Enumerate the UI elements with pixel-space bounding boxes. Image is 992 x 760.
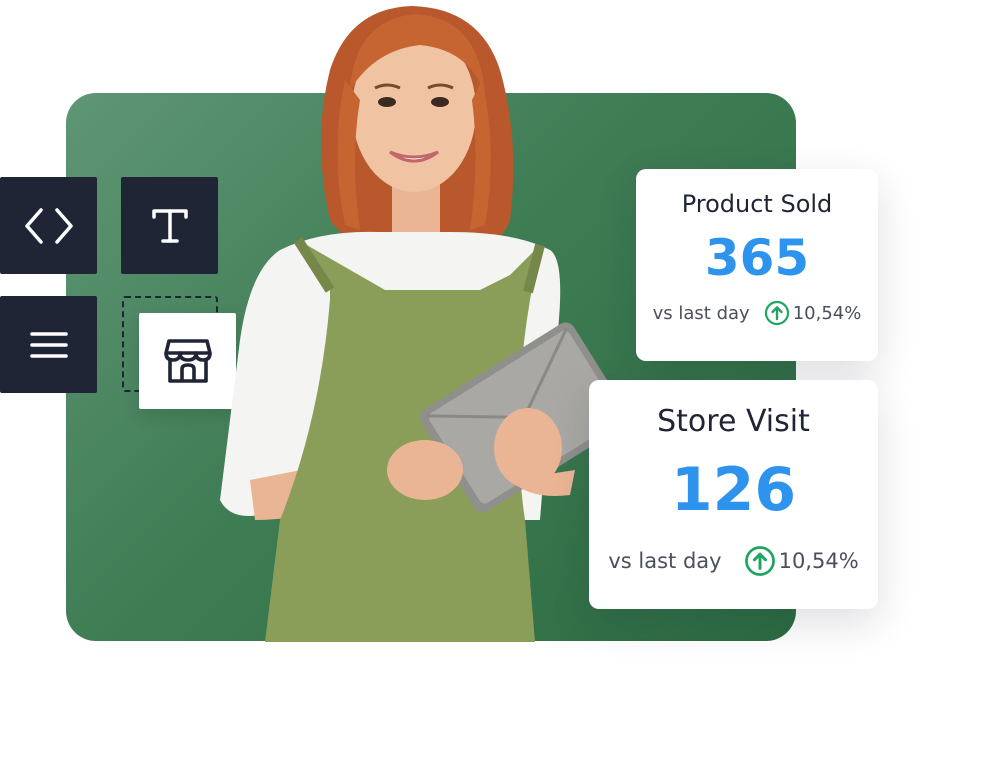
store-visit-title: Store Visit (657, 404, 810, 439)
product-sold-compare-label: vs last day (652, 302, 750, 324)
code-tool-tile[interactable] (0, 177, 97, 274)
arrow-up-circle-icon (764, 300, 789, 326)
product-sold-value: 365 (704, 229, 810, 287)
product-sold-delta-value: 10,54% (792, 302, 862, 324)
product-sold-title: Product Sold (681, 190, 833, 218)
arrow-up-circle-icon (744, 546, 775, 576)
store-visit-delta-value: 10,54% (778, 549, 859, 573)
product-sold-footer: vs last day 10,54% (636, 300, 878, 326)
store-visit-value: 126 (670, 455, 797, 525)
code-brackets-icon (24, 207, 73, 244)
store-visit-card: Store Visit 126 vs last day 10,54% (589, 380, 878, 609)
menu-tool-tile[interactable] (0, 296, 97, 393)
store-visit-compare-label: vs last day (608, 549, 722, 573)
person-with-tablet-photo (220, 6, 629, 642)
product-sold-delta: 10,54% (764, 300, 862, 326)
store-visit-delta: 10,54% (744, 545, 859, 577)
hamburger-menu-icon (29, 331, 68, 358)
hero-illustration: Product Sold 365 vs last day 10,54% Stor… (0, 0, 992, 760)
store-visit-footer: vs last day 10,54% (589, 545, 878, 577)
product-sold-card: Product Sold 365 vs last day 10,54% (636, 169, 878, 361)
